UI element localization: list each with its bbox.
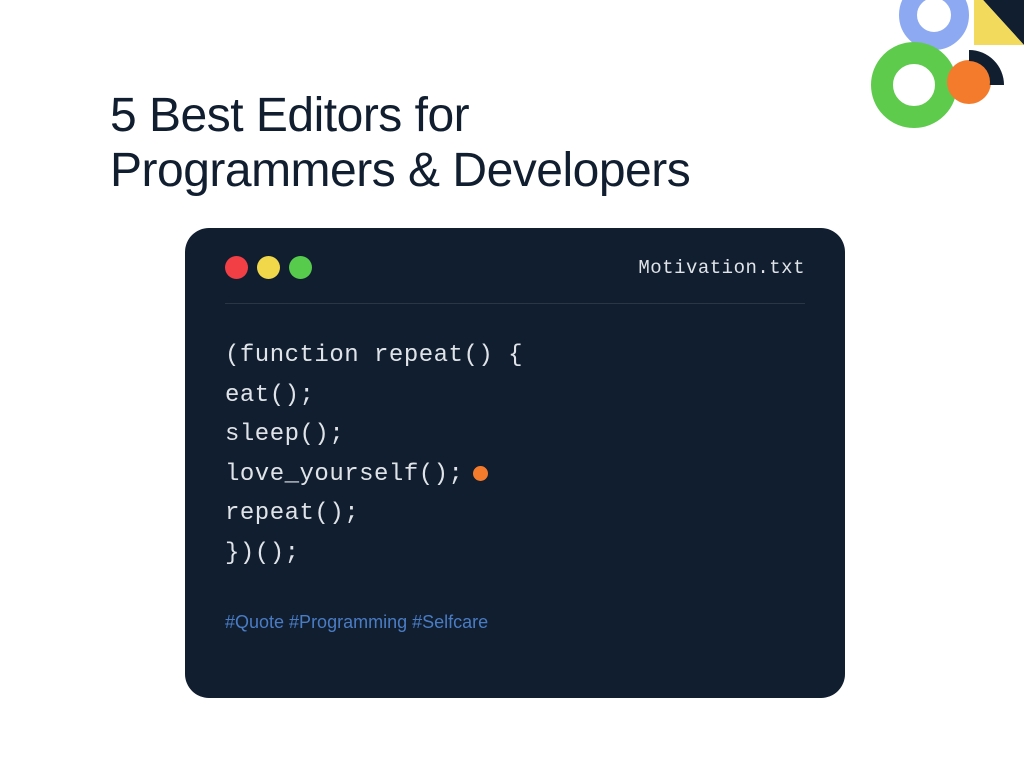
close-icon[interactable]	[225, 256, 248, 279]
decorative-logo-shapes	[854, 0, 1024, 150]
code-line: })();	[225, 534, 805, 574]
cursor-indicator-icon	[473, 466, 488, 481]
minimize-icon[interactable]	[257, 256, 280, 279]
page-title: 5 Best Editors forProgrammers & Develope…	[110, 88, 690, 198]
file-name: Motivation.txt	[638, 257, 805, 279]
hashtags-text: #Quote #Programming #Selfcare	[225, 612, 805, 633]
code-line: repeat();	[225, 494, 805, 534]
code-line: sleep();	[225, 415, 805, 455]
code-line: (function repeat() {	[225, 336, 805, 376]
blue-ring-icon	[908, 0, 960, 41]
window-header: Motivation.txt	[225, 256, 805, 304]
code-editor-window: Motivation.txt (function repeat() {eat()…	[185, 228, 845, 698]
maximize-icon[interactable]	[289, 256, 312, 279]
code-line: eat();	[225, 376, 805, 416]
window-controls	[225, 256, 312, 279]
code-line: love_yourself();	[225, 455, 805, 495]
green-ring-icon	[882, 53, 946, 117]
code-content: (function repeat() {eat();sleep();love_y…	[225, 336, 805, 574]
